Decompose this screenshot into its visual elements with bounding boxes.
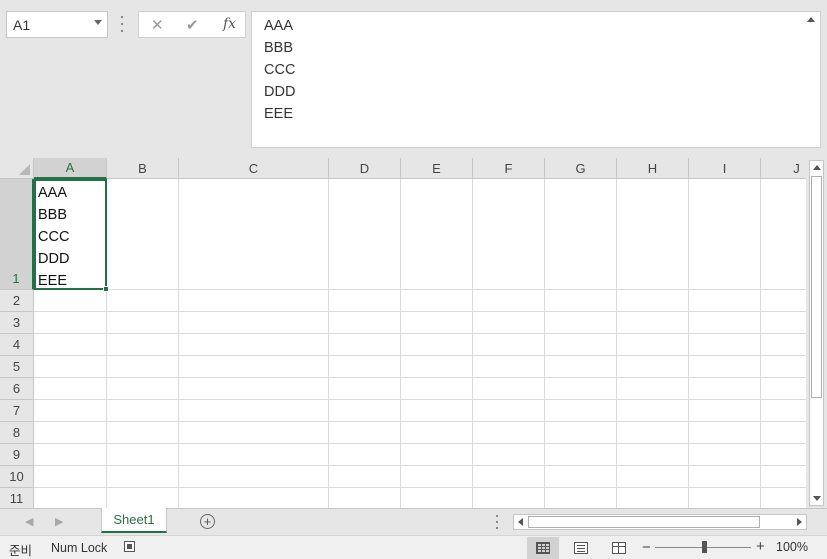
row-header-10[interactable]: 10 [0,466,34,488]
gridline [34,289,806,290]
fill-handle[interactable] [103,286,109,292]
gridline [34,487,806,488]
row-header-6[interactable]: 6 [0,378,34,400]
row-header-7[interactable]: 7 [0,400,34,422]
column-header-g[interactable]: G [545,158,617,179]
page-layout-view-button[interactable] [565,537,597,559]
select-all-icon[interactable] [0,158,34,179]
scroll-up-icon[interactable] [813,165,821,170]
horizontal-scrollbar[interactable] [513,514,807,530]
column-header-h[interactable]: H [617,158,689,179]
gridline [328,179,329,508]
zoom-level[interactable]: 100% [776,540,808,554]
column-header-f[interactable]: F [473,158,545,179]
add-sheet-icon[interactable]: + [200,514,215,529]
formula-bar-resize-handle[interactable] [120,16,124,32]
formula-bar-area: A1 ✕ ✔ fx AAA BBB CCC DDD EEE [0,0,827,158]
name-box-dropdown-icon[interactable] [94,20,102,25]
row-header-5[interactable]: 5 [0,356,34,378]
cell-line: BBB [38,207,68,223]
row-header-11[interactable]: 11 [0,488,34,508]
worksheet-grid[interactable]: A B C D E F G H I J 1 2 3 4 5 6 7 8 9 10… [0,158,806,508]
name-box-value: A1 [13,16,31,33]
status-bar: 준비 Num Lock − + 100% [0,535,827,559]
scroll-left-icon[interactable] [518,518,523,526]
sheet-prev-icon[interactable]: ◀ [25,515,33,528]
gridline [616,179,617,508]
row-header-2[interactable]: 2 [0,290,34,312]
status-ready: 준비 [9,544,33,558]
column-header-a[interactable]: A [34,158,107,179]
page-layout-icon [574,542,588,554]
zoom-in-button[interactable]: + [756,538,765,555]
formula-line: AAA [264,18,294,34]
excel-window: A1 ✕ ✔ fx AAA BBB CCC DDD EEE A B C D E … [0,0,827,559]
zoom-slider-thumb[interactable] [702,541,707,553]
formula-line: EEE [264,106,294,122]
normal-view-button[interactable] [527,537,559,559]
enter-icon[interactable]: ✔ [186,16,199,34]
formula-line: BBB [264,40,294,56]
vertical-scrollbar[interactable] [806,158,827,508]
gridline [34,333,806,334]
formula-line: CCC [264,62,296,78]
column-header-c[interactable]: C [179,158,329,179]
formula-buttons: ✕ ✔ fx [138,11,246,38]
gridline [688,179,689,508]
cell-line: EEE [38,273,68,289]
row-header-1[interactable]: 1 [0,179,34,290]
vertical-scroll-thumb[interactable] [811,176,822,398]
active-cell-a1[interactable]: AAA BBB CCC DDD EEE [34,179,109,292]
row-header-3[interactable]: 3 [0,312,34,334]
cancel-icon[interactable]: ✕ [151,16,164,34]
zoom-out-button[interactable]: − [642,539,651,556]
gridline [34,355,806,356]
cell-line: CCC [38,229,70,245]
tab-split-handle[interactable] [495,515,499,529]
insert-function-icon[interactable]: fx [223,16,236,32]
normal-view-icon [536,542,550,554]
column-header-j[interactable]: J [761,158,806,179]
column-header-i[interactable]: I [689,158,761,179]
sheet-next-icon[interactable]: ▶ [55,515,63,528]
gridline [400,179,401,508]
name-box[interactable]: A1 [6,11,108,38]
gridline [34,465,806,466]
column-header-d[interactable]: D [329,158,401,179]
page-break-icon [612,542,626,554]
tab-sheet1[interactable]: Sheet1 [101,508,167,533]
page-break-view-button[interactable] [603,537,635,559]
column-header-b[interactable]: B [107,158,179,179]
gridline [34,399,806,400]
gridline [178,179,179,508]
gridline [472,179,473,508]
formula-input[interactable]: AAA BBB CCC DDD EEE [251,11,821,148]
scroll-right-icon[interactable] [797,518,802,526]
gridline [34,377,806,378]
gridline [760,179,761,508]
sheet-tab-bar: ◀ ▶ Sheet1 + [0,508,827,535]
macro-record-icon[interactable] [124,541,137,553]
cell-line: DDD [38,251,70,267]
row-header-8[interactable]: 8 [0,422,34,444]
formula-line: DDD [264,84,296,100]
status-num-lock: Num Lock [51,541,108,555]
scroll-down-icon[interactable] [813,496,821,501]
gridline [34,311,806,312]
horizontal-scroll-thumb[interactable] [528,516,760,528]
cell-line: AAA [38,185,68,201]
column-header-e[interactable]: E [401,158,473,179]
gridline [544,179,545,508]
gridline [34,443,806,444]
gridline [34,421,806,422]
row-header-9[interactable]: 9 [0,444,34,466]
formula-collapse-icon[interactable] [807,17,815,22]
row-header-4[interactable]: 4 [0,334,34,356]
